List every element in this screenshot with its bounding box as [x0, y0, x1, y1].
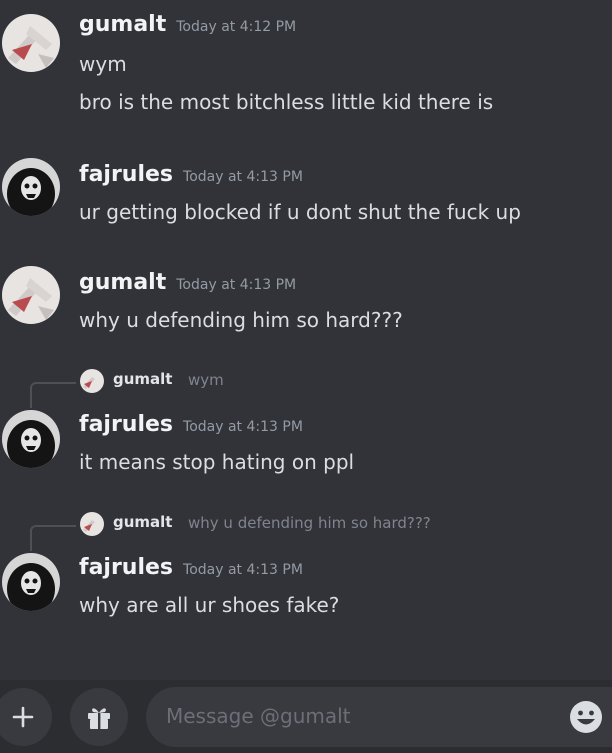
reply-reference[interactable]: gumalt wym — [30, 368, 610, 408]
message[interactable]: gumalt Today at 4:13 PM why u defending h… — [0, 258, 612, 338]
emoji-icon — [570, 701, 602, 733]
message-timestamp: Today at 4:13 PM — [176, 277, 297, 293]
author-name[interactable]: gumalt — [79, 12, 166, 37]
message-input-placeholder: Message @gumalt — [166, 704, 351, 728]
message[interactable]: gumalt Today at 4:12 PM wym bro is the mo… — [0, 0, 612, 130]
reply-reference[interactable]: gumalt why u defending him so hard??? — [30, 511, 610, 551]
message-text: ur getting blocked if u dont shut the fu… — [79, 200, 521, 224]
reply-preview[interactable]: why u defending him so hard??? — [188, 514, 431, 532]
message-timestamp: Today at 4:13 PM — [183, 562, 303, 578]
author-name[interactable]: fajrules — [79, 412, 173, 437]
message-author[interactable]: fajrules Today at 4:13 PM — [79, 412, 303, 437]
author-name[interactable]: fajrules — [79, 162, 173, 187]
message-author[interactable]: gumalt Today at 4:12 PM — [79, 12, 296, 37]
message-input[interactable]: Message @gumalt — [146, 687, 612, 747]
plus-icon — [12, 706, 34, 728]
message-text: it means stop hating on ppl — [79, 450, 355, 474]
attach-button[interactable] — [0, 688, 52, 746]
author-name[interactable]: gumalt — [79, 270, 166, 295]
message-text: why are all ur shoes fake? — [79, 593, 340, 617]
message-text: wym — [79, 52, 127, 76]
gift-icon — [88, 708, 110, 729]
message-author[interactable]: gumalt Today at 4:13 PM — [79, 270, 296, 295]
fajrules-avatar[interactable] — [2, 553, 60, 611]
author-name[interactable]: fajrules — [79, 555, 173, 580]
emoji-button[interactable] — [568, 699, 604, 735]
dm-window: gumalt Today at 4:12 PM wym bro is the mo… — [0, 0, 612, 753]
message-text: bro is the most bitchless little kid the… — [79, 90, 494, 114]
composer-bar: Message @gumalt — [0, 680, 612, 753]
reply-author[interactable]: gumalt — [113, 370, 172, 388]
reply-preview[interactable]: wym — [188, 371, 224, 389]
message-author[interactable]: fajrules Today at 4:13 PM — [79, 555, 303, 580]
fajrules-avatar[interactable] — [2, 158, 60, 216]
message-timestamp: Today at 4:13 PM — [183, 419, 303, 435]
message-list: gumalt Today at 4:12 PM wym bro is the mo… — [0, 0, 612, 680]
message-timestamp: Today at 4:13 PM — [183, 169, 303, 185]
message-timestamp: Today at 4:12 PM — [176, 19, 297, 35]
reply-avatar — [80, 512, 104, 536]
gumalt-avatar[interactable] — [2, 266, 60, 324]
message[interactable]: fajrules Today at 4:13 PM why are all ur … — [0, 545, 612, 625]
gift-button[interactable] — [70, 688, 128, 746]
message-author[interactable]: fajrules Today at 4:13 PM — [79, 162, 303, 187]
message-text: why u defending him so hard??? — [79, 308, 403, 332]
reply-avatar — [80, 369, 104, 393]
gumalt-avatar[interactable] — [2, 14, 60, 72]
message[interactable]: fajrules Today at 4:13 PM it means stop h… — [0, 402, 612, 482]
message[interactable]: fajrules Today at 4:13 PM ur getting bloc… — [0, 150, 612, 230]
reply-author[interactable]: gumalt — [113, 513, 172, 531]
fajrules-avatar[interactable] — [2, 410, 60, 468]
